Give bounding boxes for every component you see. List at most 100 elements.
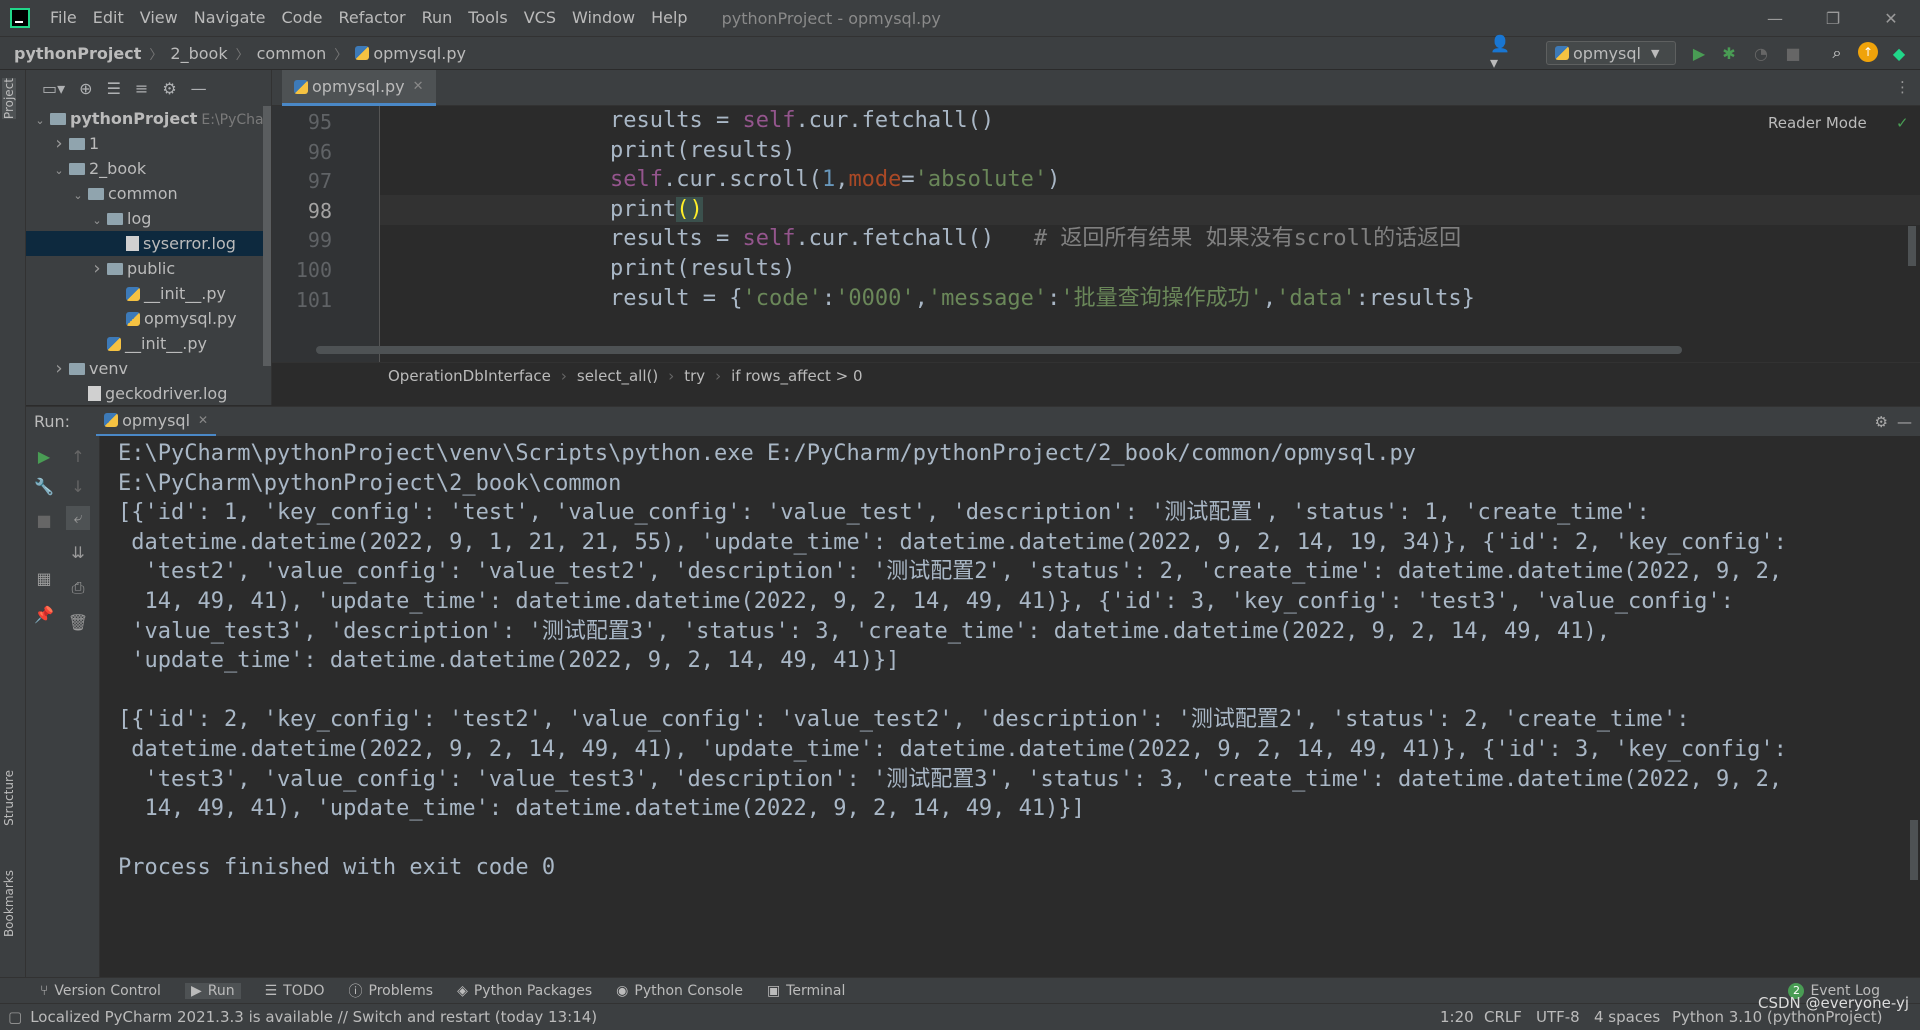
- tab-opmysql-py[interactable]: opmysql.py ✕: [282, 70, 436, 106]
- tree-item[interactable]: ⌄ pythonProjectE:\PyCharm: [26, 106, 271, 131]
- coverage-icon[interactable]: ◔: [1750, 42, 1772, 64]
- hide-icon[interactable]: —: [1897, 413, 1912, 431]
- chevron-down-icon[interactable]: ⌄: [87, 208, 107, 233]
- tree-item[interactable]: syserror.log: [26, 231, 271, 256]
- stop-icon[interactable]: ■: [32, 508, 56, 532]
- tool-terminal[interactable]: ▣ Terminal: [767, 983, 845, 999]
- menu-edit[interactable]: Edit: [85, 0, 132, 36]
- chevron-down-icon[interactable]: ⌄: [30, 108, 50, 133]
- hide-icon[interactable]: —: [191, 79, 207, 98]
- menu-run[interactable]: Run: [414, 0, 461, 36]
- tree-item[interactable]: __init__.py: [26, 331, 271, 356]
- run-config-selector[interactable]: opmysql ▼: [1546, 41, 1676, 65]
- tree-item[interactable]: __init__.py: [26, 281, 271, 306]
- more-icon[interactable]: ⋮: [1895, 78, 1910, 96]
- tree-item[interactable]: ⌄ log: [26, 206, 271, 231]
- menu-file[interactable]: File: [42, 0, 85, 36]
- user-icon[interactable]: 👤▾: [1490, 34, 1512, 72]
- chevron-right-icon[interactable]: ›: [49, 356, 69, 381]
- project-tool-tab[interactable]: Project: [2, 78, 16, 120]
- update-icon[interactable]: ↑: [1858, 42, 1878, 62]
- code-line[interactable]: results = self.cur.fetchall(): [610, 106, 994, 136]
- nav-crumb-subfolder[interactable]: common: [257, 44, 327, 63]
- locate-icon[interactable]: ⊕: [79, 79, 92, 98]
- code-line[interactable]: print(results): [610, 254, 795, 284]
- rerun-icon[interactable]: ▶: [32, 444, 56, 468]
- menu-window[interactable]: Window: [564, 0, 643, 36]
- console-scrollbar[interactable]: [1910, 820, 1918, 880]
- tree-item[interactable]: ⌄ 2_book: [26, 156, 271, 181]
- menu-view[interactable]: View: [132, 0, 186, 36]
- collapse-all-icon[interactable]: ≡: [135, 79, 148, 98]
- tool-python-console[interactable]: ◉ Python Console: [616, 983, 743, 999]
- tree-item[interactable]: ⌄ common: [26, 181, 271, 206]
- run-tab-opmysql[interactable]: opmysql ✕: [96, 407, 217, 437]
- code-line[interactable]: results = self.cur.fetchall() # 返回所有结果 如…: [610, 224, 1461, 254]
- tree-scrollbar[interactable]: [263, 106, 271, 366]
- code-line[interactable]: self.cur.scroll(1,mode='absolute'): [610, 165, 1060, 195]
- console-line[interactable]: 14, 49, 41), 'update_time': datetime.dat…: [118, 791, 1084, 827]
- stop-icon[interactable]: ■: [1782, 42, 1804, 64]
- tool-version-control[interactable]: ⑂ Version Control: [40, 983, 161, 999]
- layout-icon[interactable]: ▦: [32, 566, 56, 590]
- code-line[interactable]: print(): [610, 195, 703, 225]
- project-view-icon[interactable]: ▭▾: [42, 79, 65, 98]
- editor-v-scrollbar[interactable]: [1908, 226, 1916, 266]
- code-line[interactable]: result = {'code':'0000','message':'批量查询操…: [610, 284, 1475, 314]
- menu-navigate[interactable]: Navigate: [186, 0, 274, 36]
- console-line[interactable]: Process finished with exit code 0: [118, 850, 555, 886]
- chevron-right-icon[interactable]: ›: [49, 131, 69, 156]
- restore-button[interactable]: ❐: [1804, 0, 1862, 36]
- breadcrumb-try[interactable]: try: [684, 367, 705, 385]
- tree-item[interactable]: › venv: [26, 356, 271, 381]
- menu-help[interactable]: Help: [643, 0, 695, 36]
- tree-item[interactable]: opmysql.py: [26, 306, 271, 331]
- caret-position[interactable]: 1:20: [1440, 1008, 1474, 1026]
- arrow-down-icon[interactable]: ↓: [66, 474, 90, 498]
- wrench-icon[interactable]: 🔧: [32, 474, 56, 498]
- square-icon[interactable]: ▢: [8, 1008, 22, 1026]
- menu-refactor[interactable]: Refactor: [330, 0, 413, 36]
- tree-item[interactable]: › 1: [26, 131, 271, 156]
- gear-icon[interactable]: ⚙: [162, 79, 176, 98]
- soft-wrap-icon[interactable]: ⤶: [66, 506, 90, 530]
- trash-icon[interactable]: 🗑: [66, 610, 90, 634]
- close-window-button[interactable]: ✕: [1862, 0, 1920, 36]
- chevron-down-icon[interactable]: ⌄: [49, 158, 69, 183]
- pin-icon[interactable]: 📌: [32, 602, 56, 626]
- debug-icon[interactable]: ✱: [1718, 42, 1740, 64]
- close-tab-icon[interactable]: ✕: [198, 413, 208, 427]
- nav-crumb-file[interactable]: opmysql.py: [373, 44, 466, 63]
- print-icon[interactable]: ⎙: [66, 576, 90, 600]
- tree-item[interactable]: › public: [26, 256, 271, 281]
- breadcrumb-if[interactable]: if rows_affect > 0: [731, 367, 862, 385]
- search-icon[interactable]: ⌕: [1826, 42, 1848, 64]
- menu-vcs[interactable]: VCS: [516, 0, 564, 36]
- chevron-down-icon[interactable]: ⌄: [68, 183, 88, 208]
- code-line[interactable]: print(results): [610, 136, 795, 166]
- run-icon[interactable]: ▶: [1688, 42, 1710, 64]
- tool-todo[interactable]: ☰ TODO: [265, 983, 325, 999]
- chevron-right-icon[interactable]: ›: [87, 256, 107, 281]
- menu-code[interactable]: Code: [274, 0, 331, 36]
- jetbrains-icon[interactable]: ◆: [1888, 42, 1910, 64]
- close-tab-icon[interactable]: ✕: [413, 79, 424, 94]
- minimize-button[interactable]: —: [1746, 0, 1804, 36]
- arrow-up-icon[interactable]: ↑: [66, 444, 90, 468]
- indent-setting[interactable]: 4 spaces: [1594, 1008, 1660, 1026]
- run-console[interactable]: E:\PyCharm\pythonProject\venv\Scripts\py…: [100, 436, 1920, 977]
- structure-tool-tab[interactable]: Structure: [2, 770, 16, 826]
- menu-tools[interactable]: Tools: [460, 0, 515, 36]
- gear-icon[interactable]: ⚙: [1875, 413, 1888, 431]
- tool-run[interactable]: ▶ Run: [184, 982, 241, 999]
- editor-h-scrollbar[interactable]: [316, 346, 1682, 354]
- breadcrumb-method[interactable]: select_all(): [577, 367, 658, 385]
- expand-all-icon[interactable]: ☰: [107, 79, 121, 98]
- scroll-to-end-icon[interactable]: ⇊: [66, 540, 90, 564]
- reader-mode-toggle[interactable]: Reader Mode: [1768, 114, 1867, 132]
- tree-item[interactable]: geckodriver.log: [26, 381, 271, 405]
- code-editor[interactable]: 95 96 97 98 99 100 101 results = self.cur.fetc…: [272, 106, 1920, 362]
- file-encoding[interactable]: UTF-8: [1536, 1008, 1580, 1026]
- nav-crumb-project[interactable]: pythonProject: [14, 44, 141, 63]
- nav-crumb-folder[interactable]: 2_book: [170, 44, 227, 63]
